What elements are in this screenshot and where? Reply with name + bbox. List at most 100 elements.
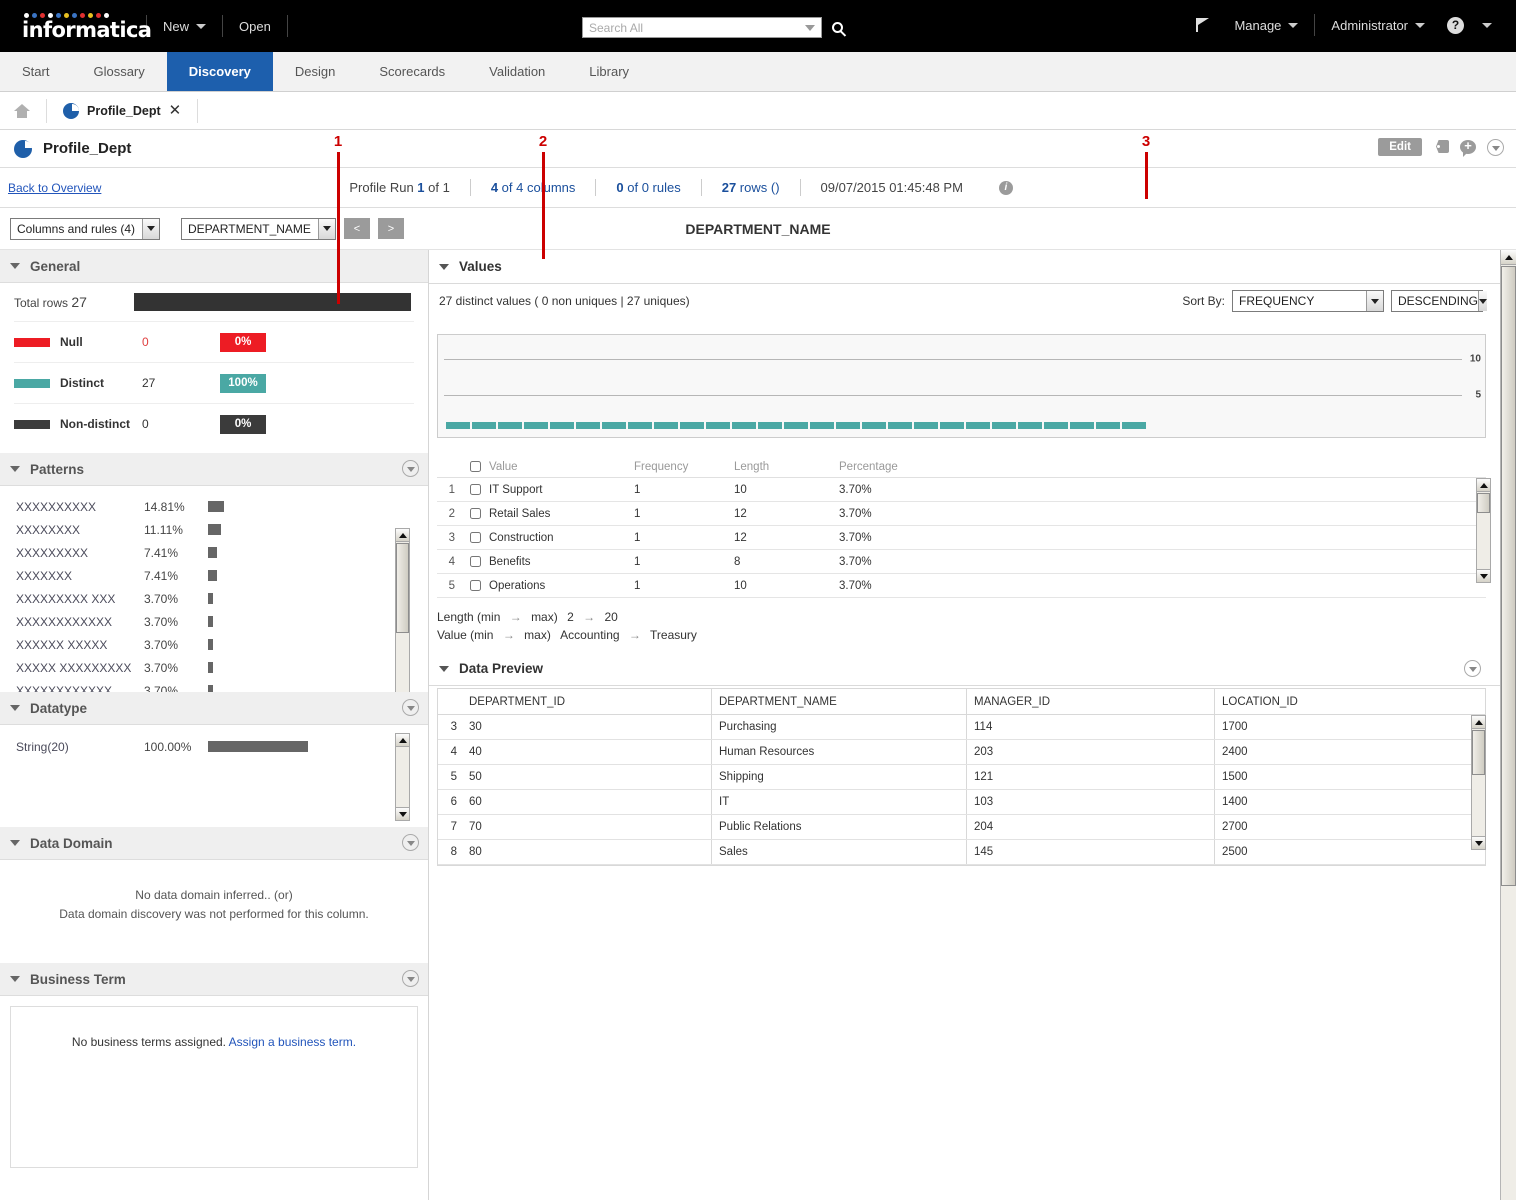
- sort-direction-select[interactable]: DESCENDING: [1391, 290, 1483, 312]
- chart-bar[interactable]: [992, 422, 1016, 429]
- chart-bar[interactable]: [1044, 422, 1068, 429]
- pattern-row[interactable]: XXXXXX XXXXX3.70%: [0, 633, 428, 656]
- patterns-expand-icon[interactable]: [402, 460, 419, 477]
- nav-tab-discovery[interactable]: Discovery: [167, 52, 273, 91]
- chart-bar[interactable]: [810, 422, 834, 429]
- patterns-scrollbar[interactable]: [395, 528, 410, 718]
- chart-bar[interactable]: [628, 422, 652, 429]
- chart-bar[interactable]: [706, 422, 730, 429]
- chart-bar[interactable]: [888, 422, 912, 429]
- table-row[interactable]: 3Construction1123.70%: [437, 526, 1486, 550]
- row-checkbox[interactable]: [470, 484, 481, 495]
- value-column-header[interactable]: Value: [489, 461, 634, 473]
- table-row[interactable]: 550Shipping1211500: [438, 765, 1485, 790]
- chart-bar[interactable]: [758, 422, 782, 429]
- pattern-row[interactable]: XXXXXXXXX XXX3.70%: [0, 587, 428, 610]
- row-checkbox[interactable]: [470, 580, 481, 591]
- chart-bar[interactable]: [1018, 422, 1042, 429]
- help-icon[interactable]: ?: [1447, 17, 1464, 34]
- frequency-column-header[interactable]: Frequency: [634, 461, 734, 473]
- scroll-up-button[interactable]: [1477, 479, 1490, 492]
- scope-select[interactable]: Columns and rules (4): [10, 218, 160, 240]
- next-column-button[interactable]: >: [378, 218, 404, 239]
- tag-icon[interactable]: [1433, 140, 1449, 154]
- table-row[interactable]: 880Sales1452500: [438, 840, 1485, 865]
- percentage-column-header[interactable]: Percentage: [839, 461, 979, 473]
- manager-id-header[interactable]: MANAGER_ID: [967, 689, 1215, 714]
- object-tab-profile-dept[interactable]: Profile_Dept ✕: [47, 103, 197, 119]
- scroll-thumb[interactable]: [1501, 266, 1516, 886]
- row-checkbox[interactable]: [470, 556, 481, 567]
- chart-bar[interactable]: [966, 422, 990, 429]
- chart-bar[interactable]: [914, 422, 938, 429]
- table-row[interactable]: 770Public Relations2042700: [438, 815, 1485, 840]
- scroll-up-button[interactable]: [1472, 716, 1485, 729]
- manage-menu[interactable]: Manage: [1218, 13, 1314, 37]
- scroll-down-button[interactable]: [1477, 569, 1490, 582]
- add-comment-icon[interactable]: [1460, 140, 1476, 154]
- datatype-row[interactable]: String(20)100.00%: [0, 735, 428, 758]
- table-row[interactable]: 5Operations1103.70%: [437, 574, 1486, 598]
- chart-bar[interactable]: [1122, 422, 1146, 429]
- chart-bar[interactable]: [1070, 422, 1094, 429]
- length-column-header[interactable]: Length: [734, 461, 839, 473]
- chart-bar[interactable]: [550, 422, 574, 429]
- scroll-thumb[interactable]: [1477, 493, 1490, 513]
- summary-item-2[interactable]: 0 of 0 rules: [596, 180, 700, 195]
- flag-icon[interactable]: [1196, 18, 1210, 32]
- chart-bar[interactable]: [524, 422, 548, 429]
- summary-item-3[interactable]: 27 rows (): [702, 180, 800, 195]
- chart-bar[interactable]: [498, 422, 522, 429]
- table-row[interactable]: 2Retail Sales1123.70%: [437, 502, 1486, 526]
- pattern-row[interactable]: XXXXXXXXXX14.81%: [0, 495, 428, 518]
- table-row[interactable]: 440Human Resources2032400: [438, 740, 1485, 765]
- chart-bar[interactable]: [602, 422, 626, 429]
- chart-bar[interactable]: [940, 422, 964, 429]
- row-checkbox[interactable]: [470, 532, 481, 543]
- new-menu[interactable]: New: [147, 14, 222, 38]
- close-icon[interactable]: ✕: [169, 103, 182, 118]
- nav-tab-start[interactable]: Start: [0, 52, 71, 91]
- table-row[interactable]: 1IT Support1103.70%: [437, 478, 1486, 502]
- scroll-thumb[interactable]: [396, 543, 409, 633]
- nav-tab-library[interactable]: Library: [567, 52, 651, 91]
- business-term-expand-icon[interactable]: [402, 970, 419, 987]
- nav-tab-scorecards[interactable]: Scorecards: [357, 52, 467, 91]
- table-row[interactable]: 330Purchasing1141700: [438, 715, 1485, 740]
- overflow-menu[interactable]: [1468, 13, 1502, 37]
- chart-bar[interactable]: [472, 422, 496, 429]
- chart-bar[interactable]: [784, 422, 808, 429]
- scroll-up-button[interactable]: [1501, 250, 1516, 265]
- row-checkbox[interactable]: [470, 508, 481, 519]
- data-domain-expand-icon[interactable]: [402, 834, 419, 851]
- datatype-expand-icon[interactable]: [402, 699, 419, 716]
- department-id-header[interactable]: DEPARTMENT_ID: [462, 689, 712, 714]
- edit-button[interactable]: Edit: [1378, 138, 1422, 156]
- assign-business-term-link[interactable]: Assign a business term.: [229, 1035, 356, 1049]
- datatype-section-header[interactable]: Datatype: [0, 692, 428, 725]
- data-domain-section-header[interactable]: Data Domain: [0, 827, 428, 860]
- nav-tab-glossary[interactable]: Glossary: [71, 52, 166, 91]
- pattern-row[interactable]: XXXXXXX7.41%: [0, 564, 428, 587]
- values-section-header[interactable]: Values: [429, 250, 1501, 284]
- scroll-down-button[interactable]: [1472, 836, 1485, 849]
- data-preview-scrollbar[interactable]: [1471, 715, 1486, 850]
- scroll-down-button[interactable]: [396, 807, 409, 820]
- info-icon[interactable]: i: [999, 181, 1013, 195]
- chart-bar[interactable]: [576, 422, 600, 429]
- scroll-up-button[interactable]: [396, 529, 409, 542]
- general-section-header[interactable]: General: [0, 250, 428, 283]
- business-term-section-header[interactable]: Business Term: [0, 963, 428, 996]
- select-all-checkbox[interactable]: [470, 461, 481, 472]
- table-row[interactable]: 660IT1031400: [438, 790, 1485, 815]
- nav-tab-validation[interactable]: Validation: [467, 52, 567, 91]
- table-row[interactable]: 4Benefits183.70%: [437, 550, 1486, 574]
- values-table-scrollbar[interactable]: [1476, 478, 1491, 583]
- search-icon[interactable]: [832, 22, 843, 33]
- department-name-header[interactable]: DEPARTMENT_NAME: [712, 689, 967, 714]
- sort-field-select[interactable]: FREQUENCY: [1232, 290, 1384, 312]
- data-preview-expand-icon[interactable]: [1464, 660, 1481, 677]
- chart-bar[interactable]: [836, 422, 860, 429]
- chart-bar[interactable]: [446, 422, 470, 429]
- pattern-row[interactable]: XXXXX XXXXXXXXX3.70%: [0, 656, 428, 679]
